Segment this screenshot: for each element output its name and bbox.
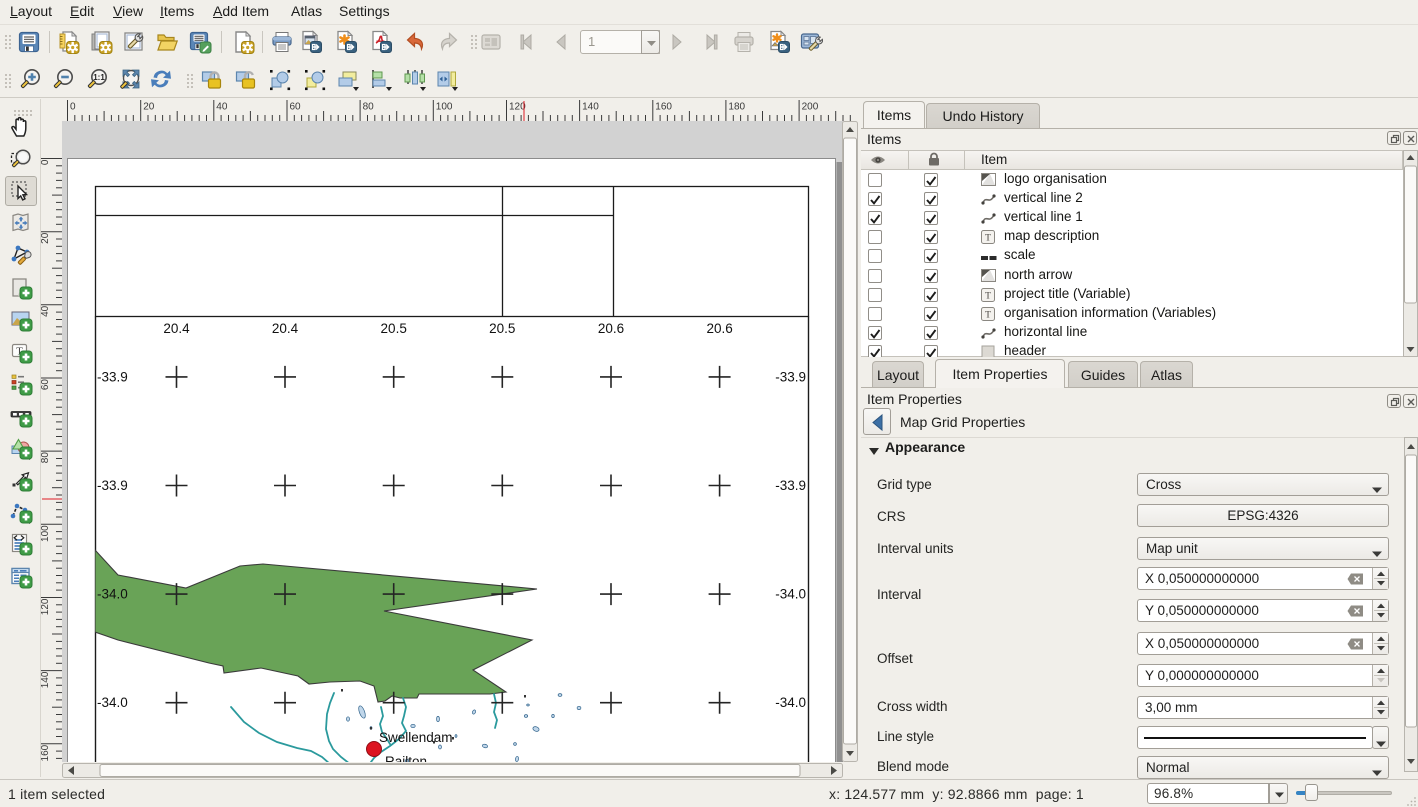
svg-text:20.5: 20.5 [489, 321, 515, 336]
svg-text:20.6: 20.6 [598, 321, 624, 336]
svg-text:-33.9: -33.9 [775, 478, 806, 493]
svg-text:T: T [985, 234, 991, 244]
svg-text:100: 100 [436, 102, 453, 113]
svg-text:80: 80 [41, 452, 51, 464]
svg-text:20.4: 20.4 [163, 321, 190, 336]
svg-text:-34.0: -34.0 [97, 587, 128, 602]
svg-text:80: 80 [363, 102, 375, 113]
svg-text:60: 60 [41, 379, 51, 391]
svg-text:20.5: 20.5 [381, 321, 407, 336]
svg-text:T: T [985, 291, 991, 301]
svg-text:-33.9: -33.9 [97, 369, 128, 384]
svg-text:160: 160 [41, 744, 51, 761]
svg-text:0: 0 [70, 102, 76, 113]
svg-text:20: 20 [41, 232, 51, 244]
svg-text:120: 120 [41, 598, 51, 615]
svg-text:-33.9: -33.9 [97, 478, 128, 493]
svg-text:200: 200 [802, 102, 819, 113]
svg-text:-34.0: -34.0 [97, 695, 128, 710]
svg-text:20.4: 20.4 [272, 321, 299, 336]
svg-text:20.6: 20.6 [706, 321, 732, 336]
svg-text:180: 180 [728, 102, 745, 113]
svg-text:160: 160 [655, 102, 672, 113]
svg-text:-34.0: -34.0 [775, 695, 806, 710]
svg-text:60: 60 [290, 102, 302, 113]
svg-text:1:1: 1:1 [93, 73, 105, 82]
svg-text:140: 140 [582, 102, 599, 113]
svg-text:140: 140 [41, 671, 51, 688]
svg-text:40: 40 [216, 102, 228, 113]
svg-text:0: 0 [41, 159, 51, 165]
svg-text:T: T [985, 310, 991, 320]
svg-text:Swellendam: Swellendam [379, 730, 453, 745]
svg-text:-33.9: -33.9 [775, 369, 806, 384]
svg-text:-34.0: -34.0 [775, 587, 806, 602]
svg-text:Railton: Railton [385, 754, 427, 762]
svg-text:40: 40 [41, 305, 51, 317]
svg-text:20: 20 [143, 102, 155, 113]
svg-text:100: 100 [41, 525, 51, 542]
